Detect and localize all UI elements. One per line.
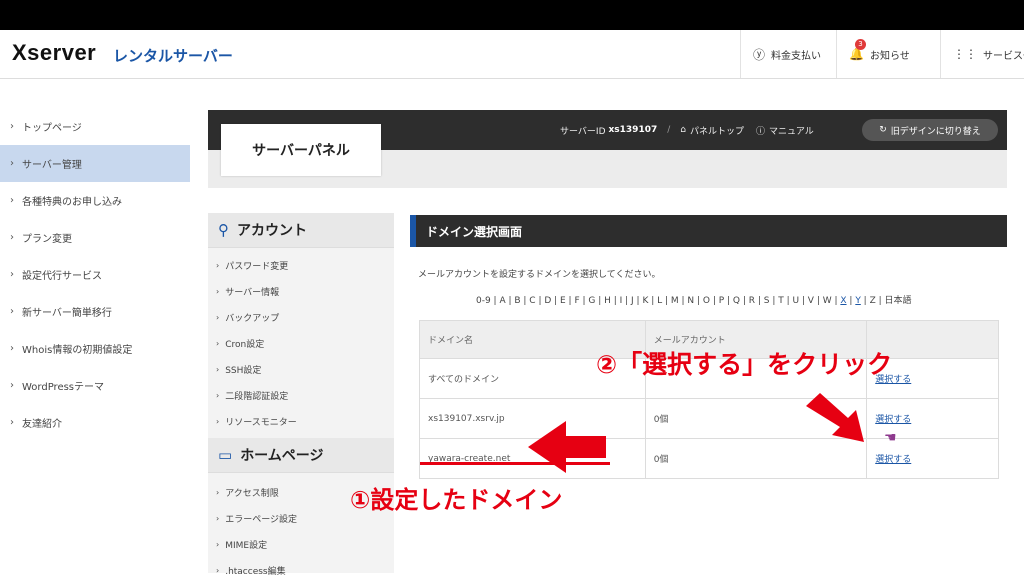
annotation-step1: ①設定したドメイン xyxy=(350,486,563,514)
annotation-step2: ②「選択する」をクリック xyxy=(596,350,893,379)
arrow-down-right-icon xyxy=(806,393,864,442)
arrow-left-icon xyxy=(528,421,606,473)
domain-underline xyxy=(420,462,610,465)
mouse-cursor-icon: ☚ xyxy=(884,430,897,446)
